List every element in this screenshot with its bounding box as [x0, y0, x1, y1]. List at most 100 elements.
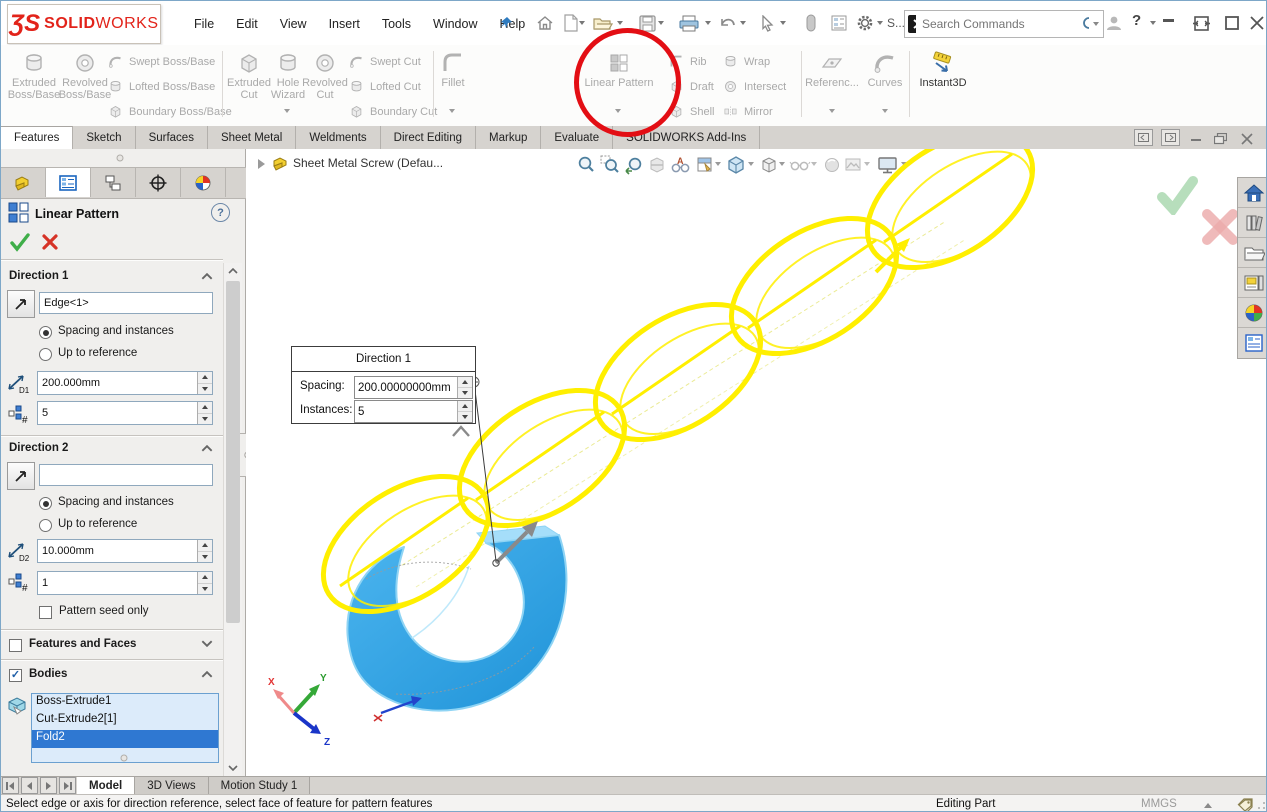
fillet-button[interactable]: Fillet — [425, 51, 481, 90]
search-magnifier-icon[interactable] — [1081, 15, 1089, 33]
direction2-spacing-spinner[interactable] — [197, 540, 212, 562]
direction1-reference-button[interactable] — [7, 290, 35, 318]
tab-direct-editing[interactable]: Direct Editing — [381, 126, 476, 149]
panel-scrollbar[interactable] — [223, 263, 242, 776]
pane-collapse-left-button[interactable] — [1134, 129, 1153, 146]
prev-tab-button[interactable] — [21, 777, 38, 794]
direction2-instances-field[interactable]: 1 — [37, 571, 213, 595]
viewport-canvas[interactable]: Sheet Metal Screw (Defau... A — [246, 149, 1267, 776]
bodies-checkbox[interactable]: ✓ — [9, 669, 22, 682]
direction1-instances-field[interactable]: 5 — [37, 401, 213, 425]
callout-instances-spinner[interactable] — [457, 401, 472, 422]
menu-insert[interactable]: Insert — [318, 14, 371, 34]
file-explorer-button[interactable] — [1238, 238, 1267, 268]
direction1-spacing-field[interactable]: 200.000mm — [37, 371, 213, 395]
direction2-collapse-icon[interactable] — [201, 445, 213, 452]
help-caret[interactable] — [1150, 21, 1156, 25]
settings-truncated-label[interactable]: S... — [887, 16, 905, 30]
direction1-spacing-radio[interactable] — [39, 326, 52, 339]
display-manager-tab[interactable] — [181, 168, 226, 197]
revolved-cut-button[interactable]: RevolvedCut — [297, 51, 353, 101]
boundary-cut-button[interactable]: Boundary Cut — [349, 103, 437, 120]
revolved-boss-base-button[interactable]: RevolvedBoss/Base — [57, 51, 113, 101]
menu-window[interactable]: Window — [422, 14, 488, 34]
tab-sketch[interactable]: Sketch — [73, 126, 135, 149]
tab-3d-views[interactable]: 3D Views — [135, 777, 208, 795]
direction2-spacing-radio-label[interactable]: Spacing and instances — [58, 496, 174, 508]
tab-surfaces[interactable]: Surfaces — [136, 126, 208, 149]
configuration-manager-tab[interactable] — [91, 168, 136, 197]
direction2-reference-field[interactable] — [39, 464, 213, 486]
new-document-caret[interactable] — [579, 21, 585, 25]
select-cursor-icon[interactable] — [757, 13, 777, 33]
linear-pattern-button[interactable]: Linear Pattern — [573, 51, 665, 90]
direction2-instances-spinner[interactable] — [197, 572, 212, 594]
select-caret[interactable] — [780, 21, 786, 25]
search-input[interactable] — [918, 17, 1081, 31]
direction1-header[interactable]: Direction 1 — [9, 270, 68, 282]
units-label[interactable]: MMGS — [1141, 798, 1177, 810]
pill-icon[interactable] — [801, 13, 821, 33]
resize-grip[interactable] — [1257, 801, 1266, 810]
tab-motion-study[interactable]: Motion Study 1 — [209, 777, 311, 795]
save-caret[interactable] — [658, 21, 664, 25]
design-library-button[interactable] — [1238, 208, 1267, 238]
feature-manager-tab[interactable] — [1, 168, 46, 197]
document-minimize-button[interactable] — [1191, 139, 1201, 141]
pattern-seed-only-label[interactable]: Pattern seed only — [59, 605, 149, 617]
tab-evaluate[interactable]: Evaluate — [541, 126, 613, 149]
reference-geometry-caret[interactable] — [829, 109, 835, 113]
boundary-boss-base-button[interactable]: Boundary Boss/Base — [108, 103, 232, 120]
direction1-reference-field[interactable]: Edge<1> — [39, 292, 213, 314]
pm-ok-button[interactable] — [9, 231, 31, 253]
appearances-scenes-button[interactable] — [1238, 298, 1267, 328]
pane-collapse-right-button[interactable] — [1161, 129, 1180, 146]
direction1-upto-radio[interactable] — [39, 348, 52, 361]
close-button[interactable] — [1247, 13, 1267, 33]
direction1-collapse-icon[interactable] — [201, 273, 213, 280]
search-flyout-icon[interactable] — [907, 14, 916, 34]
mirror-button[interactable]: Mirror — [723, 103, 773, 120]
tab-model[interactable]: Model — [77, 777, 135, 795]
lofted-cut-button[interactable]: Lofted Cut — [349, 78, 421, 95]
bodies-header[interactable]: Bodies — [29, 668, 67, 680]
new-document-icon[interactable] — [561, 13, 581, 33]
extruded-boss-base-button[interactable]: ExtrudedBoss/Base — [6, 51, 62, 101]
view-palette-button[interactable] — [1238, 268, 1267, 298]
fillet-caret[interactable] — [449, 109, 455, 113]
minimize-button[interactable] — [1163, 19, 1174, 22]
swept-cut-button[interactable]: Swept Cut — [349, 53, 421, 70]
search-caret[interactable] — [1093, 22, 1099, 26]
direction1-spacing-radio-label[interactable]: Spacing and instances — [58, 325, 174, 337]
pm-cancel-button[interactable] — [41, 233, 59, 251]
next-tab-button[interactable] — [40, 777, 57, 794]
home-icon[interactable] — [535, 13, 555, 33]
features-and-faces-header[interactable]: Features and Faces — [29, 638, 136, 650]
callout-spacing-field[interactable]: 200.00000000mm — [354, 376, 473, 399]
pm-help-icon[interactable]: ? — [211, 203, 230, 222]
panel-scroll-up-button[interactable] — [224, 263, 242, 279]
last-tab-button[interactable] — [59, 777, 76, 794]
help-button[interactable]: ? — [1132, 12, 1141, 29]
task-list-icon[interactable] — [829, 13, 849, 33]
direction2-upto-radio[interactable] — [39, 519, 52, 532]
options-caret[interactable] — [877, 21, 883, 25]
tab-markup[interactable]: Markup — [476, 126, 541, 149]
direction2-upto-radio-label[interactable]: Up to reference — [58, 518, 137, 530]
tab-solidworks-addins[interactable]: SOLIDWORKS Add-Ins — [613, 126, 760, 149]
intersect-button[interactable]: Intersect — [723, 78, 786, 95]
tab-weldments[interactable]: Weldments — [296, 126, 380, 149]
tab-features[interactable]: Features — [1, 126, 73, 149]
features-and-faces-checkbox[interactable] — [9, 639, 22, 652]
menu-file[interactable]: File — [183, 14, 225, 34]
bodies-list-item-selected[interactable]: Fold2 — [32, 730, 218, 748]
bodies-list-grip[interactable] — [119, 753, 129, 763]
panel-scroll-down-button[interactable] — [224, 760, 242, 776]
property-manager-tab[interactable] — [46, 168, 91, 197]
direction2-reference-button[interactable] — [7, 462, 35, 490]
document-restore-button[interactable] — [1214, 132, 1227, 150]
restore-spread-button[interactable] — [1191, 13, 1211, 33]
bodies-list-item[interactable]: Cut-Extrude2[1] — [32, 712, 218, 730]
search-commands-box[interactable] — [904, 10, 1104, 38]
save-icon[interactable] — [637, 13, 657, 33]
